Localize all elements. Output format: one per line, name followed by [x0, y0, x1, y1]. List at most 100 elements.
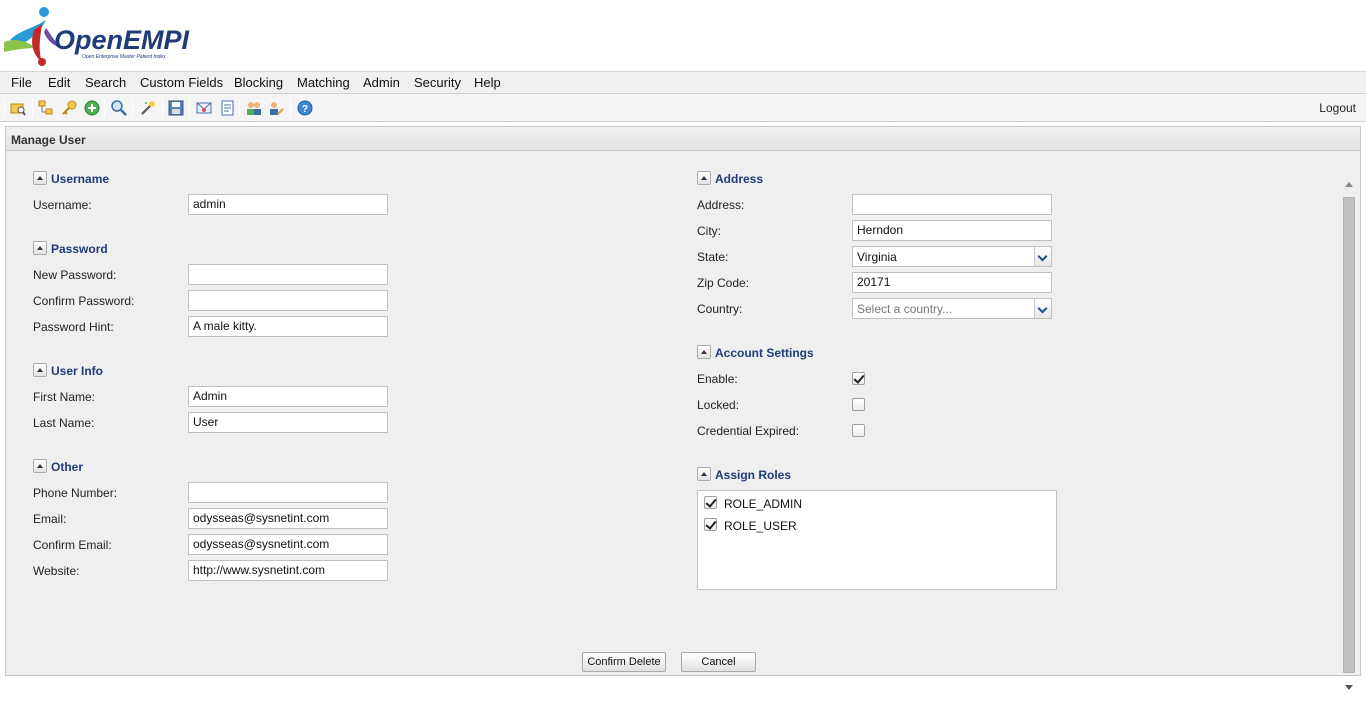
panel-title: Manage User — [11, 133, 86, 147]
menu-file[interactable]: File — [11, 75, 32, 90]
menu-custom-fields[interactable]: Custom Fields — [140, 75, 223, 90]
role-admin-label: ROLE_ADMIN — [724, 497, 803, 511]
address-label: Address: — [697, 198, 745, 212]
country-select[interactable]: Select a country... — [852, 298, 1052, 319]
zip-code-field[interactable]: 20171 — [852, 272, 1052, 293]
toolbar: ? Logout — [0, 94, 1366, 122]
email-icon[interactable] — [196, 100, 212, 116]
scroll-down-arrow-icon[interactable] — [1345, 685, 1353, 690]
save-disk-icon[interactable] — [168, 100, 184, 116]
collapse-arrow-icon[interactable] — [33, 241, 47, 255]
email-field[interactable]: odysseas@sysnetint.com — [188, 508, 388, 529]
website-label: Website: — [33, 564, 80, 578]
section-title: User Info — [51, 364, 104, 378]
username-field[interactable]: admin — [188, 194, 388, 215]
menu-matching[interactable]: Matching — [297, 75, 350, 90]
last-name-label: Last Name: — [33, 416, 95, 430]
role-admin-checkbox[interactable] — [704, 496, 717, 509]
zip-code-label: Zip Code: — [697, 276, 750, 290]
credential-expired-checkbox[interactable] — [852, 424, 865, 437]
chevron-down-icon[interactable] — [1034, 247, 1051, 266]
state-select[interactable]: Virginia — [852, 246, 1052, 267]
svg-text:?: ? — [302, 104, 308, 115]
country-select-placeholder: Select a country... — [857, 302, 953, 316]
scroll-up-arrow-icon[interactable] — [1345, 182, 1353, 187]
state-label: State: — [697, 250, 729, 264]
document-icon[interactable] — [219, 100, 235, 116]
logo-tagline: Open Enterprise Master Patient Index — [82, 54, 166, 60]
country-label: Country: — [697, 302, 743, 316]
toolbar-separator — [32, 99, 33, 117]
menu-blocking[interactable]: Blocking — [234, 75, 283, 90]
menu-search[interactable]: Search — [85, 75, 126, 90]
collapse-arrow-icon[interactable] — [33, 171, 47, 185]
key-icon[interactable] — [61, 100, 77, 116]
first-name-label: First Name: — [33, 390, 96, 404]
website-field[interactable]: http://www.sysnetint.com — [188, 560, 388, 581]
confirm-email-label: Confirm Email: — [33, 538, 112, 552]
section-title: Account Settings — [715, 346, 814, 360]
password-hint-label: Password Hint: — [33, 320, 114, 334]
panel-body: Username Username: admin Password New Pa… — [6, 152, 1360, 690]
last-name-field[interactable]: User — [188, 412, 388, 433]
confirm-password-field[interactable] — [188, 290, 388, 311]
roles-list: ROLE_ADMIN ROLE_USER — [697, 490, 1057, 590]
manage-user-panel: Manage User Username Username: admin Pas… — [5, 126, 1361, 690]
locked-checkbox[interactable] — [852, 398, 865, 411]
logout-link[interactable]: Logout — [1319, 101, 1356, 115]
state-select-value: Virginia — [857, 250, 897, 264]
magnify-icon[interactable] — [111, 100, 127, 116]
first-name-field[interactable]: Admin — [188, 386, 388, 407]
section-title: Other — [51, 460, 84, 474]
new-password-label: New Password: — [33, 268, 117, 282]
app-header: OpenEMPI Open Enterprise Master Patient … — [0, 0, 1366, 72]
toolbar-separator — [162, 99, 163, 117]
credential-expired-label: Credential Expired: — [697, 424, 800, 438]
users-icon[interactable] — [246, 100, 262, 116]
locked-label: Locked: — [697, 398, 740, 412]
menu-edit[interactable]: Edit — [48, 75, 70, 90]
magic-wand-icon[interactable] — [140, 100, 156, 116]
new-password-field[interactable] — [188, 264, 388, 285]
user-edit-icon[interactable] — [268, 100, 284, 116]
vertical-scrollbar[interactable] — [1343, 182, 1357, 702]
toolbar-separator — [189, 99, 190, 117]
phone-number-label: Phone Number: — [33, 486, 118, 500]
city-label: City: — [697, 224, 721, 238]
help-icon[interactable]: ? — [297, 100, 313, 116]
folder-search-icon[interactable] — [10, 100, 26, 116]
menu-admin[interactable]: Admin — [363, 75, 400, 90]
section-title: Assign Roles — [715, 468, 792, 482]
confirm-email-field[interactable]: odysseas@sysnetint.com — [188, 534, 388, 555]
collapse-arrow-icon[interactable] — [33, 363, 47, 377]
chevron-down-icon[interactable] — [1034, 299, 1051, 318]
phone-number-field[interactable] — [188, 482, 388, 503]
cancel-button[interactable]: Cancel — [681, 652, 756, 672]
password-hint-field[interactable]: A male kitty. — [188, 316, 388, 337]
toolbar-separator — [239, 99, 240, 117]
tree-add-icon[interactable] — [38, 100, 54, 116]
logo-wordmark: OpenEMPI — [54, 25, 190, 55]
section-title: Username — [51, 172, 110, 186]
address-field[interactable] — [852, 194, 1052, 215]
email-label: Email: — [33, 512, 67, 526]
toolbar-separator — [132, 99, 133, 117]
role-user-label: ROLE_USER — [724, 519, 797, 533]
enable-label: Enable: — [697, 372, 738, 386]
collapse-arrow-icon[interactable] — [697, 171, 711, 185]
panel-header: Manage User — [6, 127, 1360, 151]
enable-checkbox[interactable] — [852, 372, 865, 385]
menu-security[interactable]: Security — [414, 75, 461, 90]
collapse-arrow-icon[interactable] — [33, 459, 47, 473]
collapse-arrow-icon[interactable] — [697, 467, 711, 481]
scroll-thumb[interactable] — [1343, 197, 1355, 673]
collapse-arrow-icon[interactable] — [697, 345, 711, 359]
add-circle-icon[interactable] — [84, 100, 100, 116]
toolbar-separator — [4, 99, 5, 117]
menu-bar: File Edit Search Custom Fields Blocking … — [0, 72, 1366, 94]
username-label: Username: — [33, 198, 92, 212]
role-user-checkbox[interactable] — [704, 518, 717, 531]
city-field[interactable]: Herndon — [852, 220, 1052, 241]
menu-help[interactable]: Help — [474, 75, 501, 90]
confirm-delete-button[interactable]: Confirm Delete — [582, 652, 666, 672]
